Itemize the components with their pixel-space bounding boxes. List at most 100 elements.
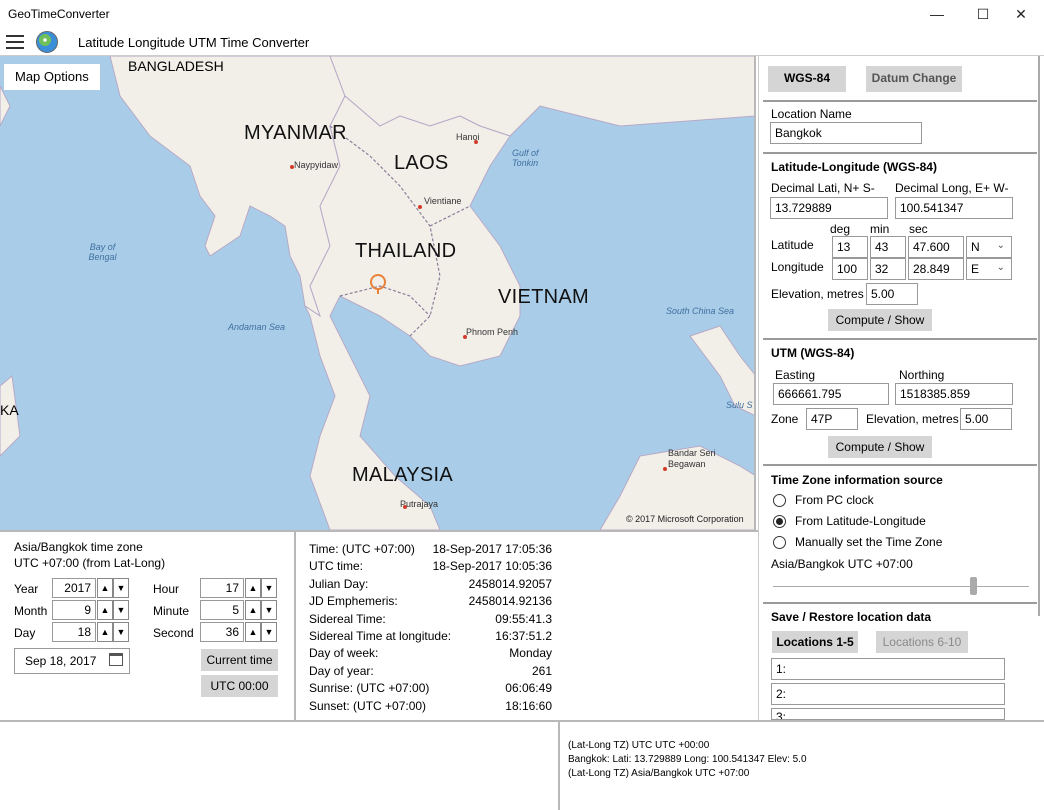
northing-input[interactable]: 1518385.859 (895, 383, 1013, 405)
globe-app-icon (36, 31, 58, 53)
utm-elevation-input[interactable]: 5.00 (960, 408, 1012, 430)
result-label: Sidereal Time: (309, 611, 386, 626)
long-deg-input[interactable]: 100 (832, 258, 868, 280)
decimal-long-input[interactable]: 100.541347 (895, 197, 1013, 219)
locations-6-10-tab[interactable]: Locations 6-10 (876, 631, 968, 653)
app-bar: Latitude Longitude UTM Time Converter (0, 28, 1044, 56)
chevron-down-icon: ⌄ (996, 240, 1005, 251)
long-min-input[interactable]: 32 (870, 258, 906, 280)
hamburger-menu-icon[interactable] (6, 35, 24, 49)
city-label-phnompenh: Phnom Penh (466, 327, 519, 337)
min-label: min (870, 222, 890, 236)
radio-manual[interactable] (773, 536, 786, 549)
timezone-slider-thumb[interactable] (970, 577, 977, 595)
latlong-elevation-input[interactable]: 5.00 (866, 283, 918, 305)
month-down-button[interactable]: ▼ (113, 600, 129, 620)
close-button[interactable]: ✕ (998, 0, 1044, 28)
country-label-laos: LAOS (394, 152, 449, 174)
latitude-label: Latitude (771, 238, 814, 252)
location-slot-3[interactable]: 3: (771, 708, 1005, 720)
day-up-button[interactable]: ▲ (97, 622, 113, 642)
map-land-shapes (0, 56, 754, 530)
hour-input[interactable]: 17 (200, 578, 244, 598)
log-line: (Lat-Long TZ) Asia/Bangkok UTC +07:00 (568, 768, 750, 779)
radio-lat-long[interactable] (773, 515, 786, 528)
hour-up-button[interactable]: ▲ (245, 578, 261, 598)
country-label-ka: KA (0, 402, 19, 418)
zone-input[interactable]: 47P (806, 408, 858, 430)
timezone-source-header: Time Zone information source (771, 473, 943, 487)
result-value: 09:55:41.3 (495, 611, 552, 626)
minute-up-button[interactable]: ▲ (245, 600, 261, 620)
year-input[interactable]: 2017 (52, 578, 96, 598)
lat-sec-input[interactable]: 47.600 (908, 236, 964, 258)
sea-label-sulu: Sulu S (726, 400, 753, 410)
utc-zero-button[interactable]: UTC 00:00 (201, 675, 278, 697)
empty-output-panel (0, 720, 558, 810)
lat-hemisphere-select[interactable]: N ⌄ (966, 236, 1012, 258)
deg-label: deg (830, 222, 851, 236)
timezone-name: Asia/Bangkok time zone (14, 540, 143, 554)
year-down-button[interactable]: ▼ (113, 578, 129, 598)
datum-change-button[interactable]: Datum Change (866, 66, 962, 92)
minute-down-button[interactable]: ▼ (261, 600, 277, 620)
radio-pc-clock-label: From PC clock (795, 493, 874, 507)
day-down-button[interactable]: ▼ (113, 622, 129, 642)
latlong-compute-button[interactable]: Compute / Show (828, 309, 932, 331)
map-view[interactable]: Map Options BANGLADESH MYANMAR LAOS THAI… (0, 56, 756, 530)
minute-input[interactable]: 5 (200, 600, 244, 620)
easting-label: Easting (775, 368, 816, 382)
hour-down-button[interactable]: ▼ (261, 578, 277, 598)
decimal-lat-input[interactable]: 13.729889 (770, 197, 888, 219)
window-titlebar: GeoTimeConverter — ☐ ✕ (0, 0, 1044, 28)
northing-label: Northing (899, 368, 945, 382)
second-input[interactable]: 36 (200, 622, 244, 642)
day-input[interactable]: 18 (52, 622, 96, 642)
radio-pc-clock[interactable] (773, 494, 786, 507)
hour-label: Hour (153, 582, 180, 596)
result-label: Day of year: (309, 663, 374, 678)
long-sec-input[interactable]: 28.849 (908, 258, 964, 280)
sec-label: sec (909, 222, 928, 236)
minimize-button[interactable]: — (914, 0, 960, 28)
date-picker[interactable]: Sep 18, 2017 (14, 648, 130, 674)
long-hemisphere-value: E (971, 262, 980, 276)
utm-compute-button[interactable]: Compute / Show (828, 436, 932, 458)
long-hemisphere-select[interactable]: E ⌄ (966, 258, 1012, 280)
day-label: Day (14, 626, 36, 640)
year-up-button[interactable]: ▲ (97, 578, 113, 598)
sea-label-southchina: South China Sea (666, 306, 735, 316)
wgs84-button[interactable]: WGS-84 (768, 66, 846, 92)
location-name-input[interactable]: Bangkok (770, 122, 922, 144)
window-title: GeoTimeConverter (8, 7, 110, 21)
second-down-button[interactable]: ▼ (261, 622, 277, 642)
calendar-icon (109, 653, 123, 666)
country-label-bangladesh: BANGLADESH (128, 58, 224, 74)
current-timezone-text: Asia/Bangkok UTC +07:00 (771, 557, 913, 571)
second-up-button[interactable]: ▲ (245, 622, 261, 642)
lat-deg-input[interactable]: 13 (832, 236, 868, 258)
lat-hemisphere-value: N (971, 240, 980, 254)
country-label-myanmar: MYANMAR (244, 122, 347, 144)
month-input[interactable]: 9 (52, 600, 96, 620)
location-slot-1[interactable]: 1: (771, 658, 1005, 680)
lat-min-input[interactable]: 43 (870, 236, 906, 258)
sea-label-bengal: Bay of Bengal (88, 242, 117, 262)
locations-1-5-tab[interactable]: Locations 1-5 (772, 631, 858, 653)
right-panel-scrollbar[interactable] (1036, 56, 1044, 626)
result-value: 16:37:51.2 (495, 629, 552, 643)
month-up-button[interactable]: ▲ (97, 600, 113, 620)
log-line: (Lat-Long TZ) UTC UTC +00:00 (568, 740, 710, 751)
latlong-elevation-label: Elevation, metres (771, 287, 864, 301)
easting-input[interactable]: 666661.795 (773, 383, 889, 405)
current-time-button[interactable]: Current time (201, 649, 278, 671)
city-label-putrajaya: Putrajaya (400, 499, 439, 509)
country-label-malaysia: MALAYSIA (352, 464, 453, 486)
result-value: 18:16:60 (505, 698, 552, 713)
latlong-header: Latitude-Longitude (WGS-84) (771, 160, 937, 174)
map-options-button[interactable]: Map Options (4, 64, 100, 90)
utm-elevation-label: Elevation, metres (866, 412, 959, 426)
location-slot-2[interactable]: 2: (771, 683, 1005, 705)
timezone-slider-track[interactable] (773, 586, 1029, 587)
result-value: 261 (531, 663, 552, 678)
